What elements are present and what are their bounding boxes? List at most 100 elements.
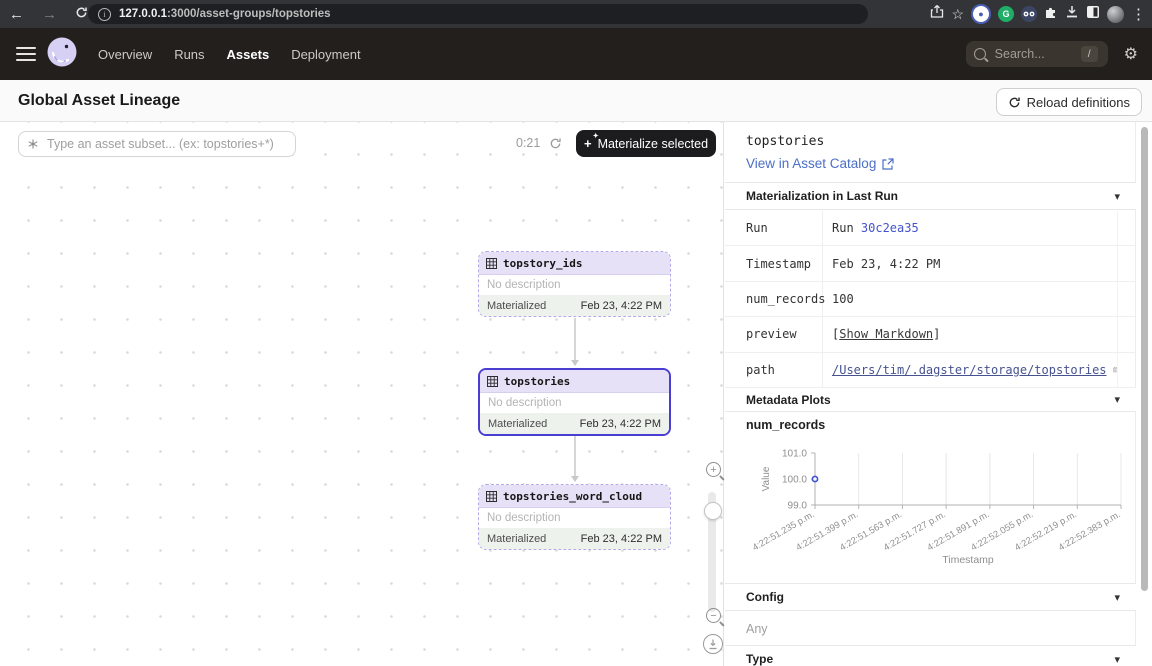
bookmark-star-icon[interactable]: ☆ [951,7,964,21]
row-value: 100 [823,282,1118,316]
nav-item-assets[interactable]: Assets [227,47,270,62]
asset-filter[interactable] [18,131,296,157]
section-metadata-plots[interactable]: Metadata Plots ▾ [725,388,1136,412]
asset-details-inner: topstories View in Asset Catalog Materia… [725,122,1136,666]
forward-icon[interactable]: → [42,7,57,22]
asset-node-header: topstories [480,370,669,393]
main-content: 0:21 +✦ Materialize selected topstory_id… [0,122,1152,666]
timer-refresh-icon[interactable] [549,137,562,150]
section-label: Materialization in Last Run [746,189,898,203]
zoom-in-button[interactable]: + [706,462,721,477]
url-path: :3000/asset-groups/topstories [167,8,331,20]
browser-actions: ☆ ● G ⋮ [930,0,1152,28]
nav-item-overview[interactable]: Overview [98,47,152,62]
settings-gear-icon[interactable]: ⚙ [1124,44,1138,64]
bracket: ] [933,327,940,341]
search-icon [974,48,986,60]
extension-grammarly-icon[interactable]: G [998,6,1014,22]
asset-node-description: No description [479,508,670,528]
svg-text:99.0: 99.0 [788,501,808,512]
share-icon[interactable] [930,4,944,24]
screen: ← → i 127.0.0.1:3000/asset-groups/topsto… [0,0,1152,666]
nav-items: Overview Runs Assets Deployment [98,47,361,62]
asset-node-topstories-word-cloud[interactable]: topstories_word_cloud No description Mat… [478,484,671,550]
section-materialization-last-run[interactable]: Materialization in Last Run ▾ [725,182,1136,210]
timer-countdown: 0:21 [516,136,540,150]
panel-scrollbar-thumb[interactable] [1141,127,1148,591]
downloads-icon[interactable] [1065,5,1079,24]
last-run-metadata-table: Run Run 30c2ea35 Timestamp Feb 23, 4:22 … [725,211,1136,388]
dagster-logo[interactable] [46,36,78,73]
table-row-run: Run Run 30c2ea35 [725,211,1136,246]
materialize-selected-button[interactable]: +✦ Materialize selected [576,130,716,157]
site-info-icon[interactable]: i [98,8,111,21]
search-input[interactable] [993,46,1081,62]
asset-details-panel: topstories View in Asset Catalog Materia… [725,122,1152,666]
plot-title: num_records [746,418,825,432]
chevron-down-icon: ▾ [1114,653,1120,666]
copy-clipboard-icon[interactable] [1113,363,1117,376]
asset-node-description: No description [480,393,669,413]
row-value: Run 30c2ea35 [823,211,1118,245]
materialize-selected-label: Materialize selected [598,137,708,151]
asset-node-status: Materialized [488,418,547,430]
profile-avatar[interactable] [1107,6,1124,23]
table-row-num-records: num_records 100 [725,282,1136,317]
reload-definitions-button[interactable]: Reload definitions [996,88,1142,116]
edge-arrow [574,436,576,481]
section-config[interactable]: Config ▾ [725,583,1136,611]
chevron-down-icon: ▾ [1114,393,1120,406]
run-prefix: Run [832,221,861,235]
reload-icon[interactable] [75,6,88,22]
row-value: [Show Markdown] [823,317,1118,351]
svg-text:Timestamp: Timestamp [942,554,994,566]
zoom-out-button[interactable]: − [706,608,721,623]
extension-ring-icon[interactable]: ● [971,4,991,24]
nav-item-deployment[interactable]: Deployment [291,47,360,62]
asset-node-header: topstories_word_cloud [479,485,670,508]
search-shortcut-badge: / [1081,46,1098,62]
chevron-down-icon: ▾ [1114,190,1120,203]
asset-node-footer: Materialized Feb 23, 4:22 PM [479,295,670,316]
asset-filter-input[interactable] [45,136,279,152]
row-label: Run [725,211,823,245]
hamburger-menu-icon[interactable] [16,43,36,65]
asset-node-timestamp: Feb 23, 4:22 PM [580,418,661,430]
address-bar[interactable]: i 127.0.0.1:3000/asset-groups/topstories [88,4,868,24]
extensions-puzzle-icon[interactable] [1044,5,1058,24]
asset-node-description: No description [479,275,670,295]
external-link-icon [882,158,894,170]
row-label: preview [725,317,823,351]
section-label: Config [746,590,784,604]
catalog-link-label: View in Asset Catalog [746,156,876,171]
page-title: Global Asset Lineage [18,92,180,110]
sparkle-icon: +✦ [584,137,592,150]
asset-graph-pane[interactable]: 0:21 +✦ Materialize selected topstory_id… [0,122,724,666]
asset-node-topstory-ids[interactable]: topstory_ids No description Materialized… [478,251,671,317]
show-markdown-link[interactable]: Show Markdown [839,327,933,341]
reload-icon-glyph [75,6,88,19]
view-in-asset-catalog-link[interactable]: View in Asset Catalog [746,156,894,171]
browser-menu-icon[interactable]: ⋮ [1131,7,1146,22]
edge-arrow [574,318,576,365]
asset-node-footer: Materialized Feb 23, 4:22 PM [480,413,669,434]
side-panel-icon[interactable] [1086,5,1100,24]
back-icon[interactable]: ← [9,7,24,22]
nav-item-runs[interactable]: Runs [174,47,204,62]
extension-goggles-icon[interactable] [1021,6,1037,22]
row-value: /Users/tim/.dagster/storage/topstories [823,353,1118,387]
recenter-view-button[interactable] [703,634,723,654]
reload-definitions-label: Reload definitions [1027,95,1130,110]
zoom-slider-knob[interactable] [704,502,722,520]
table-row-preview: preview [Show Markdown] [725,317,1136,352]
svg-text:Value: Value [761,466,772,491]
path-link[interactable]: /Users/tim/.dagster/storage/topstories [832,363,1107,377]
asset-node-topstories[interactable]: topstories No description Materialized F… [478,368,671,436]
asset-node-header: topstory_ids [479,252,670,275]
global-search[interactable]: / [966,41,1108,67]
table-icon [487,376,498,387]
table-icon [486,491,497,502]
app-navbar: Overview Runs Assets Deployment / ⚙ [0,28,1152,80]
section-type[interactable]: Type ▾ [725,645,1136,666]
run-id-link[interactable]: 30c2ea35 [861,221,919,235]
